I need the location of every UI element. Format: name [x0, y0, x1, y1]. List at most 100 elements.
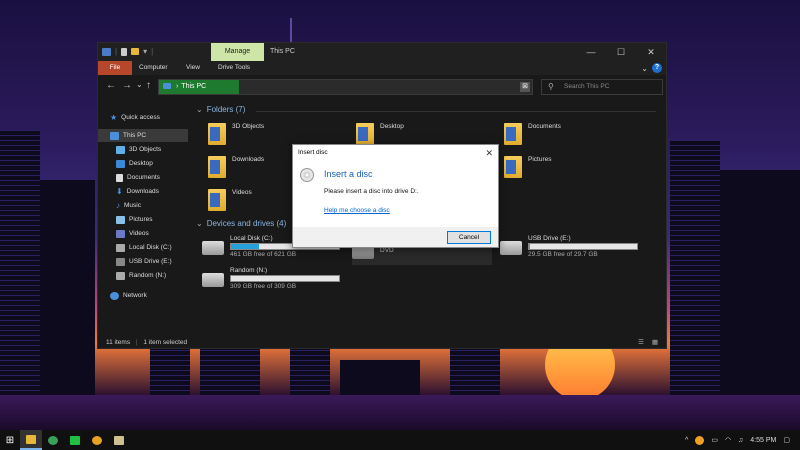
folder-label: Downloads [232, 156, 265, 163]
search-placeholder: Search This PC [564, 83, 610, 90]
drive-label: Random (N:) [230, 267, 268, 274]
sidebar-item-quick-access[interactable]: ★ Quick access [110, 111, 190, 124]
large-icons-view-icon[interactable]: ▦ [652, 337, 658, 349]
sidebar-item-desktop[interactable]: Desktop [116, 157, 196, 170]
properties-icon[interactable] [121, 47, 128, 56]
sidebar-item-label: Random (N:) [129, 272, 167, 279]
folder-3d-objects[interactable]: 3D Objects [208, 123, 264, 145]
folder-label: Pictures [528, 156, 552, 163]
folder-pictures[interactable]: Pictures [504, 156, 551, 178]
folder-videos[interactable]: Videos [208, 189, 252, 211]
taskbar-app[interactable] [108, 430, 130, 450]
back-arrow-icon[interactable]: ← [106, 80, 116, 91]
start-button[interactable]: ⊞ [0, 430, 20, 450]
tab-file[interactable]: File [98, 61, 132, 75]
sidebar-item-videos[interactable]: Videos [116, 227, 196, 240]
file-explorer-icon [26, 434, 36, 444]
recent-locations-icon[interactable]: ⌄ [136, 80, 143, 89]
sidebar-item-label: Desktop [129, 160, 153, 167]
system-tray: ^ ▭ ◠ ♫ 4:55 PM ▢ [685, 430, 790, 450]
drive-usb[interactable]: USB Drive (E:) 29.5 GB free of 29.7 GB [500, 235, 638, 258]
window-title: This PC [270, 48, 295, 55]
window-controls: — ☐ ✕ [576, 43, 666, 61]
taskbar-chrome[interactable] [42, 430, 64, 450]
folder-icon [208, 189, 226, 211]
minimize-button[interactable]: — [576, 43, 606, 61]
up-arrow-icon[interactable]: ↑ [146, 80, 151, 91]
folder-documents[interactable]: Documents [504, 123, 561, 145]
sidebar-item-music[interactable]: ♪ Music [116, 199, 196, 212]
desktop-icon [116, 159, 125, 168]
new-folder-icon[interactable] [131, 48, 140, 55]
close-button[interactable]: ✕ [636, 43, 666, 61]
manage-tab[interactable]: Manage [211, 43, 264, 61]
help-link[interactable]: Help me choose a disc [324, 207, 390, 214]
tab-drive-tools[interactable]: Drive Tools [218, 61, 250, 75]
search-input[interactable]: ⚲ Search This PC [541, 79, 663, 95]
sidebar-item-label: Pictures [129, 216, 153, 223]
sidebar-item-pictures[interactable]: Pictures [116, 213, 196, 226]
chrome-icon [48, 435, 58, 445]
cancel-button[interactable]: Cancel [447, 231, 491, 244]
drive-random[interactable]: Random (N:) 309 GB free of 309 GB [202, 267, 340, 290]
customize-toolbar-icon[interactable]: ▾ [143, 47, 147, 56]
expand-ribbon-icon[interactable]: ⌄ [641, 64, 648, 73]
tab-computer[interactable]: Computer [139, 61, 168, 75]
details-view-icon[interactable]: ☰ [638, 337, 644, 349]
folder-label: 3D Objects [232, 123, 265, 130]
show-hidden-icons[interactable]: ^ [685, 437, 688, 444]
clock[interactable]: 4:55 PM [750, 437, 776, 444]
taskbar-app[interactable] [64, 430, 86, 450]
volume-icon[interactable]: ♫ [738, 437, 743, 444]
sidebar-item-downloads[interactable]: ⬇ Downloads [116, 185, 196, 198]
forward-arrow-icon[interactable]: → [122, 80, 132, 91]
sidebar-item-network[interactable]: Network [110, 289, 190, 302]
drives-group-header[interactable]: ⌄ Devices and drives (4) [196, 219, 286, 228]
taskbar-app[interactable] [86, 430, 108, 450]
drive-icon [116, 271, 125, 280]
disc-icon [300, 168, 314, 182]
address-selection[interactable]: › This PC [159, 80, 239, 94]
sidebar-item-label: 3D Objects [129, 146, 162, 153]
folder-downloads[interactable]: Downloads [208, 156, 264, 178]
notifications-icon[interactable]: ▢ [783, 436, 790, 444]
help-icon[interactable]: ? [652, 63, 662, 73]
sidebar-item-local-disk[interactable]: Local Disk (C:) [116, 241, 196, 254]
address-bar[interactable]: › This PC ⊠ [158, 79, 533, 95]
toolbar-divider: | [151, 47, 154, 56]
tray-app-icon[interactable] [695, 435, 705, 445]
videos-icon [116, 229, 125, 238]
sidebar-item-documents[interactable]: Documents [116, 171, 196, 184]
dialog-close-icon[interactable]: ✕ [485, 145, 493, 161]
sidebar-item-usb-drive[interactable]: USB Drive (E:) [116, 255, 196, 268]
taskbar-file-explorer[interactable] [20, 430, 42, 450]
sidebar-item-label: Downloads [126, 188, 159, 195]
drive-icon [116, 243, 125, 252]
battery-icon[interactable]: ▭ [711, 436, 718, 444]
sidebar-item-this-pc[interactable]: This PC [98, 129, 188, 142]
group-title: Folders (7) [206, 105, 246, 114]
sidebar-item-3d-objects[interactable]: 3D Objects [116, 143, 196, 156]
network-icon[interactable]: ◠ [725, 436, 731, 444]
folder-icon [208, 156, 226, 178]
dialog-footer: Cancel [293, 227, 498, 249]
notepad-icon [114, 435, 124, 445]
folders-group-header[interactable]: ⌄ Folders (7) [196, 105, 245, 114]
sidebar-item-label: USB Drive (E:) [129, 258, 172, 265]
folder-label: Documents [528, 123, 561, 130]
tab-view[interactable]: View [186, 61, 200, 75]
3d-objects-icon [116, 145, 125, 154]
dialog-heading: Insert a disc [324, 169, 373, 179]
sidebar-item-label: Network [123, 292, 147, 299]
sidebar-item-random-drive[interactable]: Random (N:) [116, 269, 196, 282]
breadcrumb-separator: › [175, 83, 179, 90]
clear-address-icon[interactable]: ⊠ [520, 82, 530, 92]
dialog-title: Insert disc [298, 149, 328, 156]
pictures-icon [116, 215, 125, 224]
computer-icon [163, 83, 171, 90]
folder-desktop[interactable]: Desktop [356, 123, 404, 145]
group-title: Devices and drives (4) [206, 219, 287, 228]
explorer-app-icon[interactable] [102, 47, 111, 56]
sidebar-item-label: Local Disk (C:) [129, 244, 172, 251]
maximize-button[interactable]: ☐ [606, 43, 636, 61]
